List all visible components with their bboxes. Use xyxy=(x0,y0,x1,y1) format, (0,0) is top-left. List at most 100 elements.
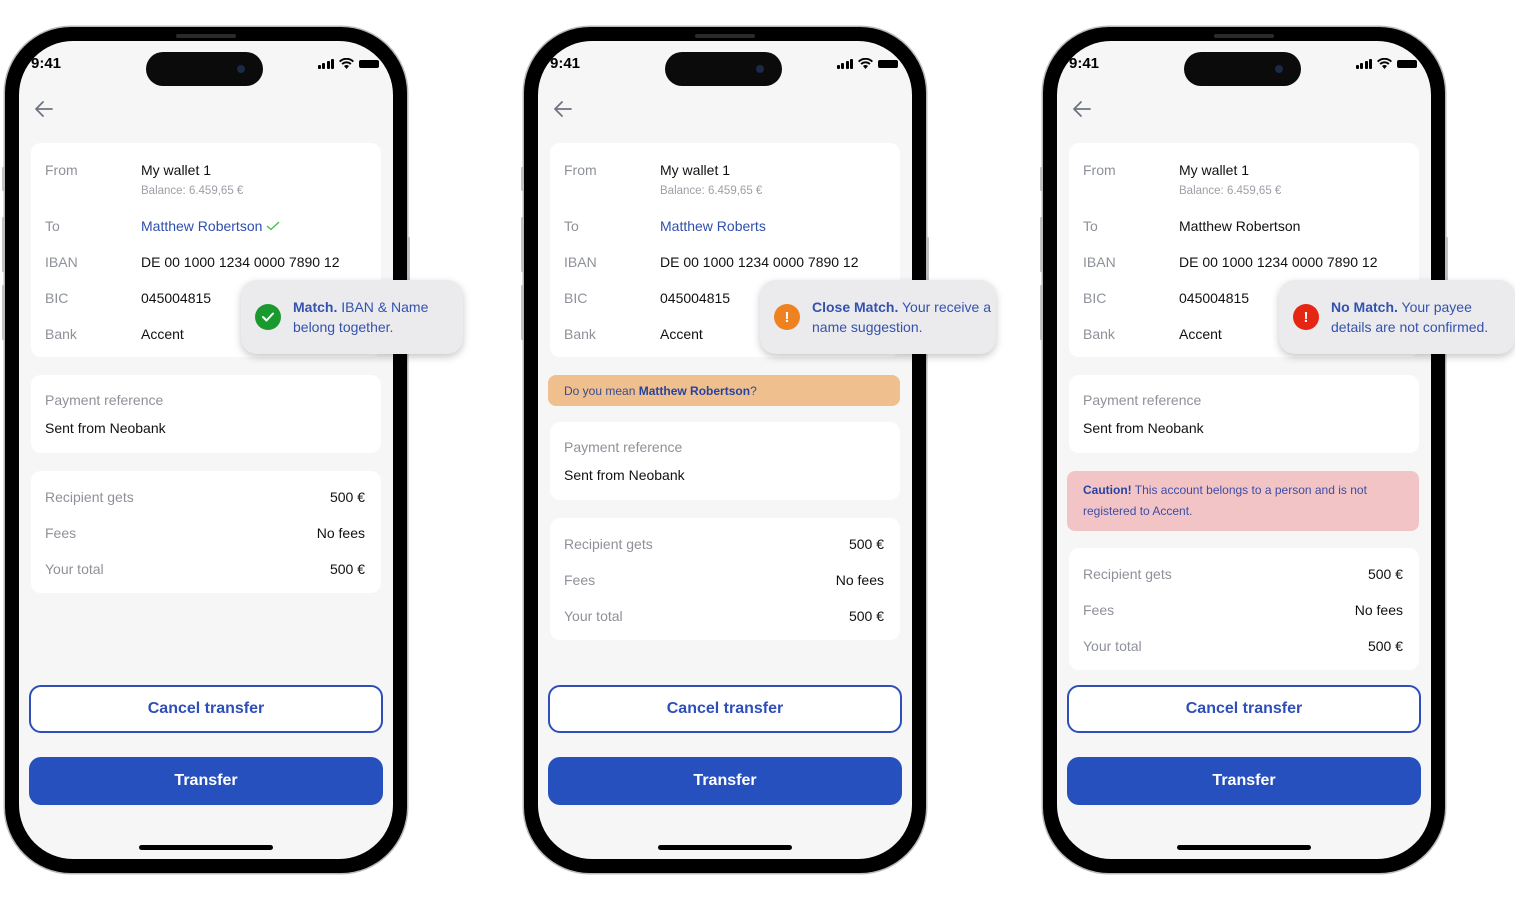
from-value: My wallet 1 xyxy=(141,162,212,178)
battery-icon xyxy=(878,59,898,68)
bic-value: 045004815 xyxy=(660,290,731,306)
fees-row: Fees No fees xyxy=(1083,602,1403,618)
back-arrow-icon[interactable] xyxy=(1071,98,1093,120)
screen: 9:41 From My wallet 1 Balance: 6.459,65 … xyxy=(19,41,393,859)
screen: 9:41 From My wallet 1 Balance: 6.459,65 … xyxy=(1057,41,1431,859)
match-toast: Match. IBAN & Name belong together. xyxy=(241,280,463,354)
from-label: From xyxy=(45,162,78,178)
signal-icon xyxy=(1355,58,1372,69)
total-row: Your total 500 € xyxy=(1083,638,1403,654)
amount-summary-card: Recipient gets 500 € Fees No fees Your tot… xyxy=(31,471,381,593)
reference-value: Sent from Neobank xyxy=(1083,420,1204,436)
from-value: My wallet 1 xyxy=(660,162,731,178)
signal-icon xyxy=(317,58,334,69)
fees-label: Fees xyxy=(564,572,596,588)
payment-reference-card: Payment reference Sent from Neobank xyxy=(1069,375,1419,453)
toast-title: Match. xyxy=(293,299,338,315)
fees-value: No fees xyxy=(835,572,884,588)
close-match-toast: ! Close Match. Your receive a name sugge… xyxy=(760,280,996,354)
to-label: To xyxy=(1083,218,1098,234)
iban-label: IBAN xyxy=(564,254,597,270)
bank-value: Accent xyxy=(660,326,703,342)
amount-summary-card: Recipient gets 500 € Fees No fees Your tot… xyxy=(550,518,900,640)
signal-icon xyxy=(836,58,853,69)
reference-label: Payment reference xyxy=(1083,392,1202,408)
wifi-icon xyxy=(858,58,873,69)
recipient-gets-row: Recipient gets 500 € xyxy=(1083,566,1403,582)
total-row: Your total 500 € xyxy=(564,608,884,624)
home-indicator xyxy=(139,845,273,850)
name-suggestion-banner[interactable]: Do you mean Matthew Robertson? xyxy=(548,375,900,406)
battery-icon xyxy=(1397,59,1417,68)
total-label: Your total xyxy=(564,608,623,624)
toast-message: Match. IBAN & Name belong together. xyxy=(293,297,463,337)
to-value: Matthew Robertson xyxy=(141,218,280,234)
back-arrow-icon[interactable] xyxy=(33,98,55,120)
iban-value: DE 00 1000 1234 0000 7890 12 xyxy=(1179,254,1378,270)
toast-message: No Match. Your payee details are not con… xyxy=(1331,297,1515,337)
fees-value: No fees xyxy=(1354,602,1403,618)
exclamation-circle-icon: ! xyxy=(1293,304,1319,330)
transfer-button[interactable]: Transfer xyxy=(548,757,902,805)
phone-no-match: 9:41 From My wallet 1 Balance: 6.459,65 … xyxy=(1040,27,1448,873)
to-label: To xyxy=(564,218,579,234)
suggested-name-link[interactable]: Matthew Robertson xyxy=(639,384,750,398)
payment-reference-card: Payment reference Sent from Neobank xyxy=(550,422,900,500)
status-time: 9:41 xyxy=(31,55,62,72)
dynamic-island xyxy=(665,52,782,86)
recipient-gets-label: Recipient gets xyxy=(1083,566,1172,582)
suggestion-suffix: ? xyxy=(750,383,757,398)
recipient-gets-value: 500 € xyxy=(1367,566,1403,582)
status-icons xyxy=(1355,58,1417,69)
to-value: Matthew Robertson xyxy=(1179,218,1301,234)
exclamation-circle-icon: ! xyxy=(774,304,800,330)
no-match-toast: ! No Match. Your payee details are not c… xyxy=(1279,280,1515,354)
cancel-transfer-button[interactable]: Cancel transfer xyxy=(29,685,383,733)
recipient-gets-value: 500 € xyxy=(329,489,365,505)
iban-value: DE 00 1000 1234 0000 7890 12 xyxy=(660,254,859,270)
from-label: From xyxy=(1083,162,1116,178)
balance: Balance: 6.459,65 € xyxy=(660,185,763,197)
bic-value: 045004815 xyxy=(1179,290,1250,306)
transfer-button[interactable]: Transfer xyxy=(29,757,383,805)
fees-row: Fees No fees xyxy=(564,572,884,588)
bank-value: Accent xyxy=(141,326,184,342)
cancel-transfer-button[interactable]: Cancel transfer xyxy=(548,685,902,733)
camera-icon xyxy=(756,65,764,73)
bic-value: 045004815 xyxy=(141,290,212,306)
bank-label: Bank xyxy=(45,326,77,342)
phone-match: 9:41 From My wallet 1 Balance: 6.459,65 … xyxy=(2,27,410,873)
dynamic-island xyxy=(146,52,263,86)
speaker xyxy=(176,34,236,38)
back-arrow-icon[interactable] xyxy=(552,98,574,120)
home-indicator xyxy=(1177,845,1311,850)
total-value: 500 € xyxy=(848,608,884,624)
iban-value: DE 00 1000 1234 0000 7890 12 xyxy=(141,254,340,270)
bic-label: BIC xyxy=(45,290,69,306)
to-label: To xyxy=(45,218,60,234)
bank-label: Bank xyxy=(1083,326,1115,342)
bic-label: BIC xyxy=(564,290,588,306)
status-time: 9:41 xyxy=(1069,55,1100,72)
payment-reference-card: Payment reference Sent from Neobank xyxy=(31,375,381,453)
cancel-transfer-button[interactable]: Cancel transfer xyxy=(1067,685,1421,733)
balance: Balance: 6.459,65 € xyxy=(141,185,244,197)
suggestion-prefix: Do you mean xyxy=(564,383,639,398)
check-circle-icon xyxy=(255,304,281,330)
caution-banner: Caution! This account belongs to a perso… xyxy=(1067,471,1419,531)
recipient-gets-label: Recipient gets xyxy=(564,536,653,552)
toast-message: Close Match. Your receive a name suggest… xyxy=(812,297,996,337)
transfer-button[interactable]: Transfer xyxy=(1067,757,1421,805)
camera-icon xyxy=(237,65,245,73)
reference-label: Payment reference xyxy=(45,392,164,408)
bank-value: Accent xyxy=(1179,326,1222,342)
wifi-icon xyxy=(339,58,354,69)
fees-row: Fees No fees xyxy=(45,525,365,541)
iban-label: IBAN xyxy=(45,254,78,270)
fees-label: Fees xyxy=(45,525,77,541)
fees-value: No fees xyxy=(316,525,365,541)
phone-close-match: 9:41 From My wallet 1 Balance: 6.459,65 … xyxy=(521,27,929,873)
bic-label: BIC xyxy=(1083,290,1107,306)
status-time: 9:41 xyxy=(550,55,581,72)
reference-value: Sent from Neobank xyxy=(45,420,166,436)
